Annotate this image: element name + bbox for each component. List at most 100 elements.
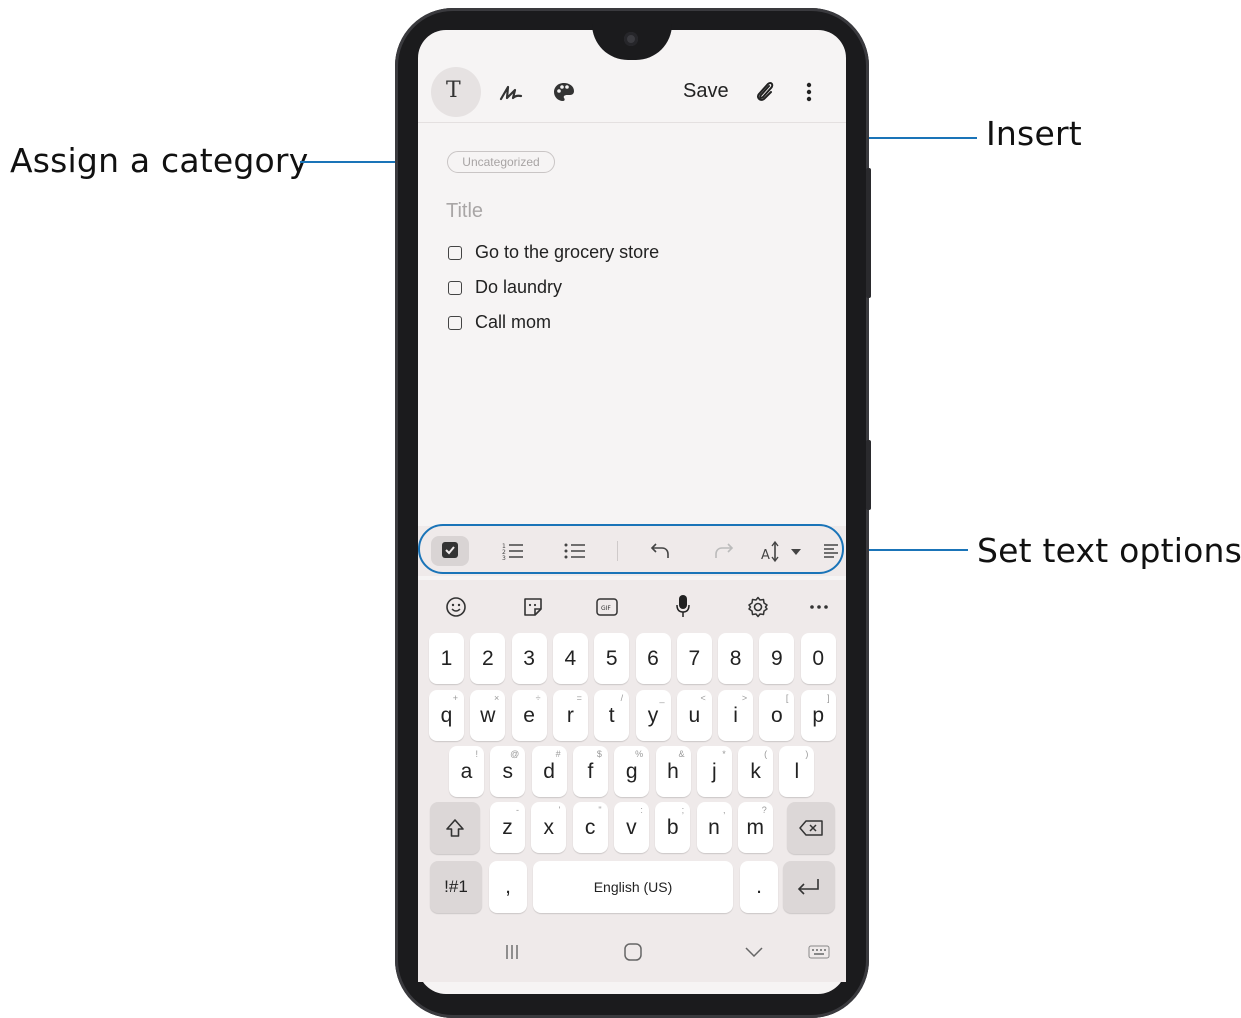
letter-key-k[interactable]: k( <box>738 746 774 797</box>
letter-key-p[interactable]: p] <box>800 690 836 741</box>
letter-key-hint: # <box>555 749 561 759</box>
space-key[interactable]: English (US) <box>533 861 733 913</box>
letter-key-n[interactable]: n, <box>696 802 732 853</box>
number-key-8[interactable]: 8 <box>718 633 754 684</box>
letter-key-x[interactable]: x ' <box>531 802 567 853</box>
checkbox-format-icon <box>441 541 459 559</box>
letter-key-f[interactable]: f $ <box>572 746 608 797</box>
letter-key-hint: % <box>635 749 644 759</box>
number-key-0[interactable]: 0 <box>800 633 836 684</box>
letter-key-j[interactable]: j * <box>696 746 732 797</box>
letter-key-e[interactable]: e ÷ <box>511 690 547 741</box>
letter-key-w[interactable]: w × <box>470 690 506 741</box>
number-key-5[interactable]: 5 <box>594 633 630 684</box>
keyboard-settings-gear-icon[interactable] <box>745 594 771 620</box>
letter-key-q[interactable]: q + <box>429 690 464 741</box>
back-chevron-down-icon[interactable] <box>741 940 767 964</box>
letter-key-label: l <box>794 759 800 783</box>
number-key-1[interactable]: 1 <box>429 633 464 684</box>
handwriting-pen-icon[interactable] <box>496 78 526 106</box>
number-key-2[interactable]: 2 <box>470 633 506 684</box>
checklist-checkbox-1[interactable] <box>448 246 462 260</box>
symbols-key[interactable]: !#1 <box>430 861 482 913</box>
gif-icon[interactable]: GIF <box>594 594 620 620</box>
checklist-checkbox-3[interactable] <box>448 316 462 330</box>
period-key[interactable]: . <box>740 861 778 913</box>
callout-set-text-options: Set text options <box>977 531 1241 570</box>
enter-key[interactable] <box>783 861 835 913</box>
letter-key-hint: $ <box>596 749 602 759</box>
numbered-list-icon[interactable]: 123 <box>500 540 526 562</box>
paragraph-align-icon[interactable] <box>822 540 840 562</box>
letter-key-label: u <box>688 703 701 727</box>
letter-key-c[interactable]: c " <box>572 802 608 853</box>
letter-key-hint: ] <box>827 693 830 703</box>
attachment-paperclip-icon[interactable] <box>752 78 778 106</box>
emoji-icon[interactable] <box>443 594 469 620</box>
save-button[interactable]: Save <box>683 80 729 103</box>
shift-key[interactable] <box>430 802 480 854</box>
sticker-icon[interactable] <box>520 594 546 620</box>
letter-key-label: j <box>711 759 717 783</box>
letter-key-label: g <box>625 759 638 783</box>
letter-key-hint: ! <box>475 749 478 759</box>
letter-key-label: k <box>750 759 761 783</box>
letter-key-label: a <box>460 759 473 783</box>
undo-icon[interactable] <box>648 540 672 562</box>
letter-key-o[interactable]: o[ <box>759 690 795 741</box>
keyboard-switch-icon[interactable] <box>806 940 832 964</box>
checklist-item-2[interactable]: Do laundry <box>475 277 562 298</box>
letter-key-d[interactable]: d # <box>531 746 567 797</box>
backspace-key[interactable] <box>787 802 835 854</box>
letter-key-v[interactable]: v: <box>613 802 649 853</box>
number-key-6[interactable]: 6 <box>635 633 671 684</box>
letter-key-m[interactable]: m? <box>737 802 773 853</box>
letter-key-u[interactable]: u < <box>676 690 712 741</box>
letter-key-label: t <box>608 703 615 727</box>
recent-apps-icon[interactable] <box>500 940 524 964</box>
letter-key-a[interactable]: a! <box>449 746 484 797</box>
letter-key-label: v <box>626 815 637 839</box>
letter-key-y[interactable]: y _ <box>635 690 671 741</box>
text-mode-icon: T <box>446 78 461 103</box>
letter-key-label: o <box>771 703 783 727</box>
letter-key-hint: ? <box>761 805 767 815</box>
text-size-dropdown-icon[interactable]: A <box>760 538 806 564</box>
number-key-label: 1 <box>440 646 453 670</box>
letter-key-b[interactable]: b; <box>655 802 691 853</box>
letter-key-hint: & <box>678 749 685 759</box>
letter-key-r[interactable]: r = <box>552 690 588 741</box>
number-key-label: 8 <box>729 646 742 670</box>
note-title-field[interactable]: Title <box>446 200 483 223</box>
letter-key-label: r <box>566 703 574 727</box>
palette-icon[interactable] <box>549 78 579 106</box>
number-key-4[interactable]: 4 <box>552 633 588 684</box>
letter-key-i[interactable]: i > <box>718 690 754 741</box>
letter-key-t[interactable]: t / <box>594 690 630 741</box>
number-key-7[interactable]: 7 <box>676 633 712 684</box>
category-chip[interactable]: Uncategorized <box>447 151 555 173</box>
letter-key-hint: / <box>620 693 624 703</box>
home-button-icon[interactable] <box>620 940 646 964</box>
letter-key-s[interactable]: s @ <box>490 746 526 797</box>
comma-key[interactable]: , <box>489 861 527 913</box>
letter-key-l[interactable]: l) <box>779 746 815 797</box>
bullet-list-icon[interactable] <box>562 540 588 562</box>
letter-key-hint: ' <box>558 805 561 815</box>
more-options-icon[interactable] <box>800 78 818 106</box>
number-key-9[interactable]: 9 <box>759 633 795 684</box>
redo-icon[interactable] <box>712 540 736 562</box>
checklist-item-1[interactable]: Go to the grocery store <box>475 242 659 263</box>
letter-key-z[interactable]: z- <box>490 802 525 853</box>
letter-key-g[interactable]: g% <box>614 746 650 797</box>
number-key-3[interactable]: 3 <box>511 633 547 684</box>
letter-key-h[interactable]: h & <box>655 746 691 797</box>
checklist-checkbox-2[interactable] <box>448 281 462 295</box>
checklist-item-3[interactable]: Call mom <box>475 312 551 333</box>
microphone-icon[interactable] <box>672 592 694 620</box>
keyboard-more-icon[interactable] <box>806 594 832 620</box>
letter-key-label: c <box>584 815 596 839</box>
power-button <box>866 440 871 510</box>
letter-key-label: f <box>587 759 594 783</box>
letter-key-label: p <box>812 703 825 727</box>
